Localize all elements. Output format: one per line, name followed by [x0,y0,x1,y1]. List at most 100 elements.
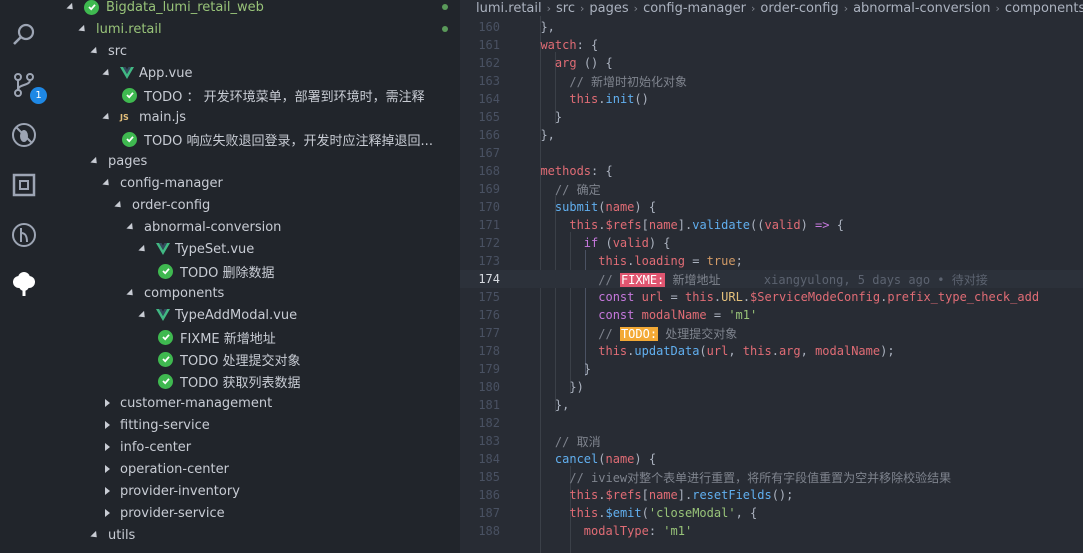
chevron-down-icon[interactable] [66,0,76,18]
code-line[interactable]: 179 } [460,360,1083,378]
todo-tree-item[interactable]: TODO 删除数据 [48,260,460,282]
breadcrumb-item[interactable]: components [1005,1,1083,16]
chevron-right-icon[interactable] [102,392,112,414]
code-text: if (valid) { [583,236,671,250]
tree-folder-item[interactable]: TypeSet.vue [48,238,460,260]
code-line[interactable]: 162 arg () { [460,54,1083,72]
breadcrumb-item[interactable]: order-config [760,1,838,16]
chevron-down-icon[interactable] [114,194,124,216]
tree-folder-item[interactable]: lumi.retail [48,18,460,40]
chevron-right-icon[interactable] [102,502,112,524]
code-line[interactable]: 184 cancel(name) { [460,450,1083,468]
code-line[interactable]: 160 }, [460,18,1083,36]
breadcrumb-item[interactable]: lumi.retail [476,1,542,16]
tree-folder-item[interactable]: pages [48,150,460,172]
code-line[interactable]: 181 }, [460,396,1083,414]
todo-tree-icon[interactable] [8,269,40,301]
chevron-down-icon[interactable] [126,216,136,238]
code-line[interactable]: 163 // 新增时初始化对象 [460,72,1083,90]
source-control-icon[interactable]: 1 [8,69,47,104]
tree-folder-item[interactable]: customer-management [48,392,460,414]
todo-tree-item[interactable]: TODO 响应失败退回登录，开发时应注释掉退回... [48,128,460,150]
code-line[interactable]: 177 // TODO: 处理提交对象 [460,324,1083,342]
tree-folder-item[interactable]: info-center [48,436,460,458]
search-icon[interactable] [8,19,40,51]
code-line[interactable]: 186 this.$refs[name].resetFields(); [460,486,1083,504]
code-line[interactable]: 178 this.updatData(url, this.arg, modalN… [460,342,1083,360]
debug-icon[interactable] [8,119,40,151]
code-line[interactable]: 166 }, [460,126,1083,144]
chevron-down-icon[interactable] [138,304,148,326]
tree-folder-item[interactable]: utils [48,524,460,546]
tree-folder-item[interactable]: TypeAddModal.vue [48,304,460,326]
tree-folder-item[interactable]: abnormal-conversion [48,216,460,238]
code-text: // TODO: 处理提交对象 [598,326,738,341]
chevron-right-icon[interactable] [102,480,112,502]
code-line[interactable]: 187 this.$emit('closeModal', { [460,504,1083,522]
code-line[interactable]: 170 submit(name) { [460,198,1083,216]
tree-folder-item[interactable]: operation-center [48,458,460,480]
code-line[interactable]: 180 }) [460,378,1083,396]
chevron-down-icon[interactable] [102,106,112,128]
todo-tree-item[interactable]: FIXME 新增地址 [48,326,460,348]
chevron-right-icon[interactable] [102,458,112,480]
code-line[interactable]: 167 [460,144,1083,162]
code-editor[interactable]: lumi.retail › src › pages › config-manager › ord… [460,0,1083,553]
tree-folder-item[interactable]: config-manager [48,172,460,194]
code-text: }, [554,398,570,412]
line-number: 187 [478,506,500,520]
code-line[interactable]: 176 const modalName = 'm1' [460,306,1083,324]
code-line[interactable]: 173 this.loading = true; [460,252,1083,270]
chevron-down-icon[interactable] [102,62,112,84]
chevron-right-icon[interactable] [102,436,112,458]
breadcrumb-item[interactable]: src [556,1,575,16]
tree-item-label: TODO 获取列表数据 [180,375,301,391]
code-line[interactable]: 171 this.$refs[name].validate((valid) =>… [460,216,1083,234]
tree-folder-item[interactable]: JS main.js [48,106,460,128]
code-line[interactable]: 169 // 确定 [460,180,1083,198]
chevron-right-icon[interactable] [102,414,112,436]
code-line[interactable]: 161 watch: { [460,36,1083,54]
code-text: } [554,110,563,124]
code-line[interactable]: 185 // iview对整个表单进行重置，将所有字段值重置为空并移除校验结果 [460,468,1083,486]
todo-tree-item[interactable]: TODO ： 开发环境菜单，部署到环境时，需注释 [48,84,460,106]
tree-folder-item[interactable]: fitting-service [48,414,460,436]
code-line[interactable]: 175 const url = this.URL.$ServiceModeCon… [460,288,1083,306]
code-line[interactable]: 188 modalType: 'm1' [460,522,1083,540]
tree-folder-item[interactable]: components [48,282,460,304]
check-circle-icon [158,329,173,345]
tree-folder-item[interactable]: src [48,40,460,62]
code-line[interactable]: 165 } [460,108,1083,126]
chevron-down-icon[interactable] [102,172,112,194]
code-line[interactable]: 168 methods: { [460,162,1083,180]
code-line[interactable]: 164 this.init() [460,90,1083,108]
chevron-down-icon[interactable] [126,282,136,304]
tree-folder-item[interactable]: provider-inventory [48,480,460,502]
code-line[interactable]: 182 [460,414,1083,432]
tree-item-label: TODO 删除数据 [180,265,275,281]
breadcrumb-item[interactable]: config-manager [643,1,746,16]
todo-tree-item[interactable]: TODO 处理提交对象 [48,348,460,370]
code-line[interactable]: 172 if (valid) { [460,234,1083,252]
todo-tree-panel: Bigdata_lumi_retail_web lumi.retail src App… [48,0,460,553]
todo-tree-item[interactable]: TODO 获取列表数据 [48,370,460,392]
chevron-down-icon[interactable] [78,18,88,40]
breadcrumb-item[interactable]: abnormal-conversion [853,1,990,16]
chevron-down-icon[interactable] [138,238,148,260]
tree-folder-item[interactable]: provider-service [48,502,460,524]
extensions-icon[interactable] [8,169,40,201]
todo-tree-item[interactable]: Bigdata_lumi_retail_web [48,0,460,18]
tree-folder-item[interactable]: order-config [48,194,460,216]
tree-folder-item[interactable]: App.vue [48,62,460,84]
line-number: 174 [478,272,500,286]
code-line[interactable]: 174 // FIXME: 新增地址 xiangyulong, 5 days a… [460,270,1083,288]
breadcrumb-item[interactable]: pages [589,1,628,16]
chevron-down-icon[interactable] [90,150,100,172]
check-circle-icon [158,373,173,389]
tree-item-label: order-config [132,197,211,213]
code-line[interactable]: 183 // 取消 [460,432,1083,450]
line-number: 184 [478,452,500,466]
chevron-down-icon[interactable] [90,40,100,62]
chevron-down-icon[interactable] [90,524,100,546]
git-graph-icon[interactable] [8,219,40,251]
